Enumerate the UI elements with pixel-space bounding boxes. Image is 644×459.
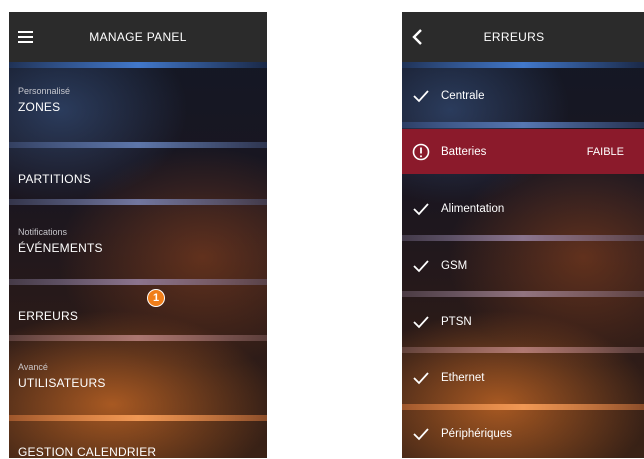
divider bbox=[9, 335, 267, 341]
menu-item-erreurs[interactable]: ERREURS bbox=[9, 305, 267, 323]
divider bbox=[9, 415, 267, 421]
callout-badge: 1 bbox=[147, 289, 165, 307]
page-title: MANAGE PANEL bbox=[89, 30, 187, 44]
divider bbox=[402, 347, 644, 353]
error-item-label: Alimentation bbox=[441, 203, 505, 215]
error-item-label: Ethernet bbox=[441, 372, 485, 384]
divider bbox=[402, 404, 644, 410]
menu-item-partitions[interactable]: PARTITIONS bbox=[9, 168, 267, 186]
error-item-batteries[interactable]: Batteries FAIBLE bbox=[402, 129, 644, 174]
divider bbox=[402, 235, 644, 241]
check-icon bbox=[412, 369, 430, 387]
divider bbox=[402, 62, 644, 68]
divider bbox=[402, 122, 644, 128]
menu-item-gestion-calendrier[interactable]: GESTION CALENDRIER bbox=[9, 441, 267, 458]
error-item-ptsn[interactable]: PTSN bbox=[402, 300, 644, 344]
menu-item-label: GESTION CALENDRIER bbox=[18, 445, 157, 458]
alert-circle-icon bbox=[412, 143, 430, 161]
section-label: Avancé bbox=[18, 362, 48, 372]
error-item-alimentation[interactable]: Alimentation bbox=[402, 187, 644, 231]
menu-item-label: UTILISATEURS bbox=[18, 376, 106, 390]
menu-item-label: ZONES bbox=[18, 100, 61, 114]
divider bbox=[9, 142, 267, 148]
check-icon bbox=[412, 313, 430, 331]
menu-item-evenements[interactable]: Notifications ÉVÉNEMENTS bbox=[9, 227, 267, 255]
erreurs-header: ERREURS bbox=[402, 12, 644, 62]
error-item-label: PTSN bbox=[441, 316, 472, 328]
error-item-label: Batteries bbox=[441, 145, 487, 158]
check-icon bbox=[412, 200, 430, 218]
divider bbox=[9, 279, 267, 285]
manage-panel-screen: MANAGE PANEL Personnalisé ZONES PARTITIO… bbox=[9, 12, 267, 458]
divider bbox=[9, 199, 267, 205]
error-item-label: GSM bbox=[441, 260, 468, 272]
menu-item-label: ERREURS bbox=[18, 309, 79, 323]
menu-item-label: ÉVÉNEMENTS bbox=[18, 241, 103, 255]
error-item-label: Périphériques bbox=[441, 428, 512, 440]
menu-item-zones[interactable]: Personnalisé ZONES bbox=[9, 86, 267, 114]
page-title: ERREURS bbox=[483, 30, 545, 44]
section-label: Personnalisé bbox=[18, 86, 71, 96]
section-label: Notifications bbox=[18, 227, 68, 237]
check-icon bbox=[412, 257, 430, 275]
status-badge: FAIBLE bbox=[586, 145, 624, 158]
manage-panel-header: MANAGE PANEL bbox=[9, 12, 267, 62]
erreurs-screen: ERREURS Centrale Batteries FAIBLE Alimen… bbox=[402, 12, 644, 458]
error-item-peripheriques[interactable]: Périphériques bbox=[402, 412, 644, 456]
error-item-label: Centrale bbox=[441, 90, 485, 102]
check-icon bbox=[412, 87, 430, 105]
check-icon bbox=[412, 425, 430, 443]
error-item-ethernet[interactable]: Ethernet bbox=[402, 356, 644, 400]
divider bbox=[402, 291, 644, 297]
menu-item-label: PARTITIONS bbox=[18, 172, 91, 186]
error-item-gsm[interactable]: GSM bbox=[402, 244, 644, 288]
divider bbox=[9, 62, 267, 68]
error-item-centrale[interactable]: Centrale bbox=[402, 74, 644, 118]
menu-item-utilisateurs[interactable]: Avancé UTILISATEURS bbox=[9, 362, 267, 390]
